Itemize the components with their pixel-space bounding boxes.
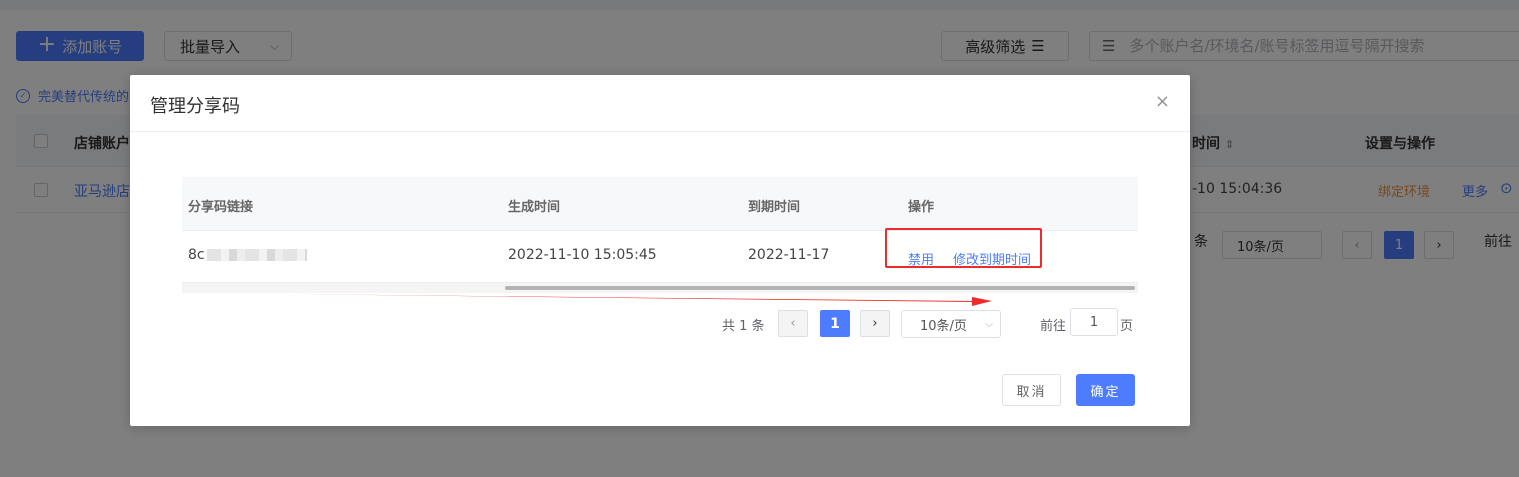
goto-label: 前往 <box>1040 319 1067 334</box>
page-size-value: 10条/页 <box>920 318 967 334</box>
next-page-button[interactable]: › <box>860 310 890 337</box>
expires-cell: 2022-11-17 <box>748 247 830 263</box>
table-header: 分享码链接 生成时间 到期时间 操作 <box>182 177 1138 231</box>
header-actions: 操作 <box>908 200 935 215</box>
pager-total: 共 1 条 <box>722 319 765 334</box>
header-link: 分享码链接 <box>188 200 254 215</box>
page-size-select[interactable]: 10条/页 ⌵ <box>901 310 1001 338</box>
header-created: 生成时间 <box>508 200 561 215</box>
horizontal-scrollbar[interactable] <box>182 283 1138 293</box>
share-link-cell: 8c <box>188 247 307 263</box>
confirm-button[interactable]: 确定 <box>1076 374 1135 406</box>
prev-page-button[interactable]: ‹ <box>778 310 808 337</box>
header-expires: 到期时间 <box>748 200 801 215</box>
cancel-button[interactable]: 取消 <box>1002 374 1061 406</box>
close-icon[interactable]: × <box>1155 91 1170 112</box>
annotation-highlight-box <box>885 228 1042 268</box>
dialog-header: 管理分享码 × <box>130 75 1190 132</box>
redacted-text <box>206 249 307 261</box>
scrollbar-thumb[interactable] <box>505 286 1135 290</box>
goto-suffix: 页 <box>1120 319 1134 334</box>
chevron-down-icon: ⌵ <box>985 319 993 330</box>
current-page-button[interactable]: 1 <box>820 310 850 337</box>
dialog-title: 管理分享码 <box>150 96 240 117</box>
goto-page-input[interactable] <box>1070 308 1118 336</box>
created-cell: 2022-11-10 15:05:45 <box>508 247 657 263</box>
